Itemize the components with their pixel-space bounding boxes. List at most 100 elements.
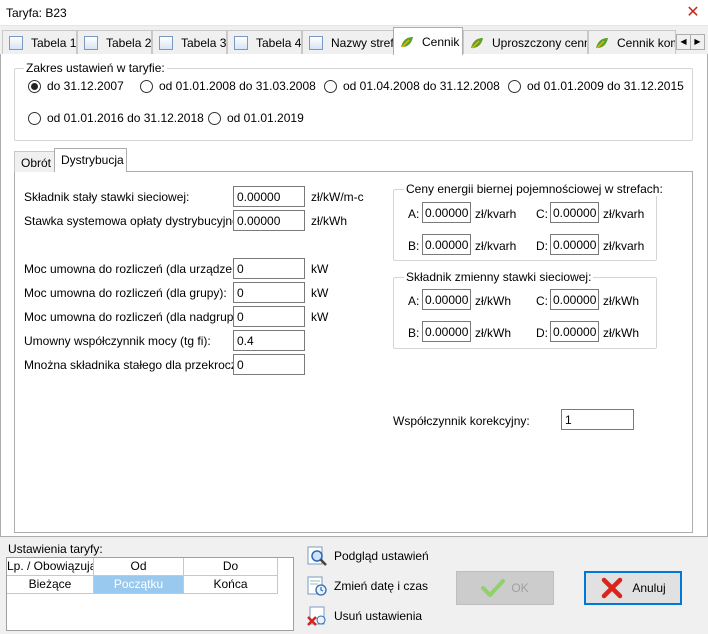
tab-label: Cennik komu [617,35,675,50]
ok-button[interactable]: OK [456,571,554,605]
wspolczynnik-mocy-label: Umowny współczynnik mocy (tg fi): [24,334,211,348]
table-cell-selected[interactable]: Początku [94,576,184,594]
tab-dystrybucja[interactable]: Dystrybucja [54,148,127,172]
tab-tabela-2[interactable]: Tabela 2 [77,30,152,54]
stawka-systemowa-unit: zł/kWh [311,214,347,228]
tab-label: Tabela 4 [256,35,302,50]
zmienny-a-input[interactable]: 0.00000 [422,289,471,310]
radio-range-2[interactable]: od 01.04.2008 do 31.12.2008 [324,79,500,93]
radio-icon [28,111,41,125]
tab-scroll-left-icon[interactable]: ◀ [676,34,691,50]
radio-icon [508,79,521,93]
tab-label: Dystrybucja [61,153,124,167]
action-label: Podgląd ustawień [334,549,429,563]
cancel-button[interactable]: Anuluj [584,571,682,605]
delete-document-icon [307,606,326,626]
zone-label: D: [536,239,548,253]
tab-label: Uproszczony cennik [492,35,587,50]
moc-nadgrupy-label: Moc umowna do rozliczeń (dla nadgrupy): [24,310,247,324]
energia-b-input[interactable]: 0.00000 [422,234,471,255]
delete-settings-button[interactable]: Usuń ustawienia [306,605,422,627]
table-header[interactable]: Lp. / Obowiązują [7,558,94,576]
radio-range-1[interactable]: od 01.01.2008 do 31.03.2008 [140,79,316,93]
moc-urzadzenia-unit: kW [311,262,329,276]
tab-tabela-1[interactable]: Tabela 1 [2,30,77,54]
preview-settings-button[interactable]: Podgląd ustawień [306,545,429,567]
tab-tabela-3[interactable]: Tabela 3 [152,30,227,54]
change-date-button[interactable]: Zmień datę i czas [306,575,428,597]
tab-cennik[interactable]: Cennik [393,27,463,55]
tab-label: Obrót [21,156,52,170]
tab-label: Tabela 3 [181,35,227,50]
moc-grupy-input[interactable]: 0 [233,282,305,303]
zone-label: B: [408,239,420,253]
table-cell[interactable]: Końca [184,576,278,594]
zmienny-b-input[interactable]: 0.00000 [422,321,471,342]
energia-biernej-title: Ceny energii biernej pojemnościowej w st… [404,182,665,196]
magnifier-document-icon [307,546,327,566]
radio-icon [324,79,337,93]
radio-range-0[interactable]: do 31.12.2007 [28,79,124,93]
tab-label: Nazwy stref [331,35,394,50]
radio-label: do 31.12.2007 [47,79,124,93]
energia-a-input[interactable]: 0.00000 [422,202,471,223]
tab-label: Tabela 1 [31,35,77,50]
korekcyjny-label: Współczynnik korekcyjny: [393,414,530,428]
tab-scroll-right-icon[interactable]: ▶ [690,34,705,50]
radio-range-4[interactable]: od 01.01.2016 do 31.12.2018 [28,111,204,125]
energia-d-input[interactable]: 0.00000 [550,234,599,255]
close-icon[interactable]: ✕ [682,2,704,24]
moc-nadgrupy-unit: kW [311,310,329,324]
mnozna-input[interactable]: 0 [233,354,305,375]
tab-cennik-komu[interactable]: Cennik komu [588,30,676,54]
radio-label: od 01.01.2016 do 31.12.2018 [47,111,204,125]
zone-unit: zł/kWh [603,326,639,340]
zmienny-d-input[interactable]: 0.00000 [550,321,599,342]
table-cell[interactable]: Bieżące [7,576,94,594]
table-header[interactable]: Do [184,558,278,576]
leaf-icon [401,36,413,48]
radio-label: od 01.01.2009 do 31.12.2015 [527,79,684,93]
tab-tabela-4[interactable]: Tabela 4 [227,30,302,54]
zone-label: C: [536,294,548,308]
tab-uproszczony-cennik[interactable]: Uproszczony cennik [463,30,588,54]
tab-nazwy-stref[interactable]: Nazwy stref [302,30,394,54]
skladnik-staly-label: Składnik stały stawki sieciowej: [24,190,190,204]
radio-label: od 01.01.2019 [227,111,304,125]
document-icon [84,35,98,50]
skladnik-staly-unit: zł/kW/m-c [311,190,364,204]
stawka-systemowa-label: Stawka systemowa opłaty dystrybucyjnej: [24,214,245,228]
wspolczynnik-mocy-input[interactable]: 0.4 [233,330,305,351]
stawka-systemowa-input[interactable]: 0.00000 [233,210,305,231]
table-header[interactable]: Od [94,558,184,576]
radio-icon [208,111,221,125]
window-title: Taryfa: B23 [6,6,67,20]
radio-range-3[interactable]: od 01.01.2009 do 31.12.2015 [508,79,684,93]
calendar-clock-icon [307,576,327,596]
moc-urzadzenia-input[interactable]: 0 [233,258,305,279]
radio-selected-icon [28,79,41,93]
tab-obrot[interactable]: Obrót [14,151,55,172]
radio-label: od 01.01.2008 do 31.03.2008 [159,79,316,93]
skladnik-staly-input[interactable]: 0.00000 [233,186,305,207]
mnozna-label: Mnożna składnika stałego dla przekroczeń… [24,358,254,372]
zone-label: D: [536,326,548,340]
settings-table[interactable]: Lp. / Obowiązują Od Do Bieżące Początku … [6,557,294,631]
zmienny-c-input[interactable]: 0.00000 [550,289,599,310]
zone-label: A: [408,294,420,308]
document-icon [309,35,323,50]
energia-c-input[interactable]: 0.00000 [550,202,599,223]
checkmark-icon [481,579,506,597]
range-group-title: Zakres ustawień w taryfie: [24,61,167,75]
zone-unit: zł/kvarh [475,239,517,253]
title-bar: Taryfa: B23 ✕ [0,0,708,26]
radio-label: od 01.04.2008 do 31.12.2008 [343,79,500,93]
document-icon [9,35,23,50]
moc-urzadzenia-label: Moc umowna do rozliczeń (dla urządzenia)… [24,262,256,276]
zone-unit: zł/kvarh [475,207,517,221]
radio-range-5[interactable]: od 01.01.2019 [208,111,304,125]
leaf-icon [596,37,608,49]
zone-label: C: [536,207,548,221]
moc-nadgrupy-input[interactable]: 0 [233,306,305,327]
korekcyjny-input[interactable]: 1 [561,409,634,430]
